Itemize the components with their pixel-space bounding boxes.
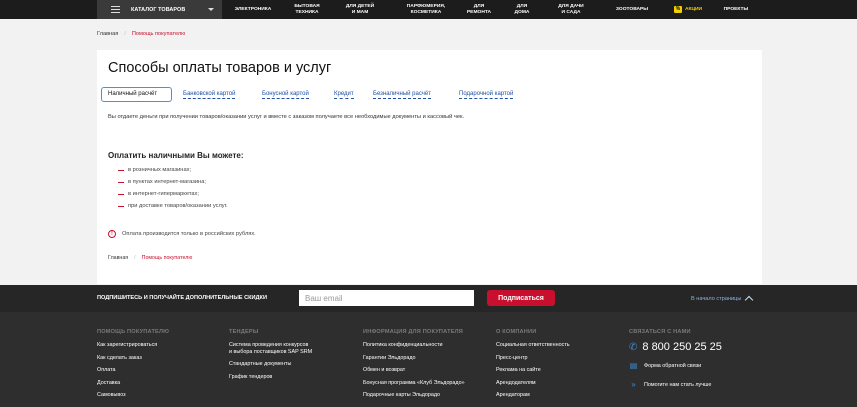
help-improve-link[interactable]: » Помогите нам стать лучше <box>629 380 722 389</box>
footer-heading: ИНФОРМАЦИЯ ДЛЯ ПОКУПАТЕЛЯ <box>363 329 463 335</box>
footer-link[interactable]: Обмен и возврат <box>363 367 465 374</box>
nav-item-repair[interactable]: ДЛЯ РЕМОНТА <box>460 0 498 19</box>
breadcrumb-separator: / <box>124 31 126 37</box>
tab-credit[interactable]: Кредит <box>334 87 354 102</box>
phone-number: 8 800 250 25 25 <box>642 341 722 353</box>
list-item: в пунктах интернет-магазина; <box>118 179 228 191</box>
chevron-up-icon <box>745 295 754 305</box>
breadcrumb-home[interactable]: Главная <box>108 255 128 261</box>
footer-link[interactable]: График тендеров <box>229 374 312 381</box>
footer-link[interactable]: Доставка <box>97 380 169 387</box>
footer-link[interactable]: Реклама на сайте <box>496 367 570 374</box>
catalog-label: КАТАЛОГ ТОВАРОВ <box>131 6 186 13</box>
breadcrumb-current[interactable]: Помощь покупателю <box>132 31 186 37</box>
nav-item-appliances[interactable]: БЫТОВАЯ ТЕХНИКА <box>284 0 330 19</box>
footer-column-company: О КОМПАНИИ Социальная ответственность Пр… <box>496 329 570 405</box>
feedback-form-label: Форма обратной связи <box>644 362 702 369</box>
footer-link[interactable]: Самовывоз <box>97 392 169 399</box>
nav-item-promo[interactable]: % АКЦИИ <box>668 0 708 19</box>
footer-heading: ПОМОЩЬ ПОКУПАТЕЛЮ <box>97 329 170 335</box>
back-to-top-label: В начало страницы <box>691 295 742 302</box>
footer-heading: О КОМПАНИИ <box>496 329 537 335</box>
footer-link[interactable]: Гарантии Эльдорадо <box>363 355 465 362</box>
subscribe-label: ПОДПИШИТЕСЬ И ПОЛУЧАЙТЕ ДОПОЛНИТЕЛЬНЫЕ С… <box>97 295 267 301</box>
footer-link[interactable]: Пресс-центр <box>496 355 570 362</box>
top-navigation: КАТАЛОГ ТОВАРОВ ЭЛЕКТРОНИКА БЫТОВАЯ ТЕХН… <box>0 0 857 19</box>
nav-item-garden[interactable]: ДЛЯ ДАЧИ И САДА <box>549 0 593 19</box>
nav-item-projects[interactable]: ПРОЕКТЫ <box>716 0 756 19</box>
breadcrumb-separator: / <box>134 255 136 261</box>
footer-column-help: ПОМОЩЬ ПОКУПАТЕЛЮ Как зарегистрироваться… <box>97 329 169 405</box>
chevron-down-icon <box>208 8 214 11</box>
nav-item-pets[interactable]: ЗООТОВАРЫ <box>607 0 657 19</box>
cash-options-heading: Оплатить наличными Вы можете: <box>108 151 244 160</box>
subscribe-button[interactable]: Подписаться <box>487 290 555 306</box>
phone-icon: ✆ <box>629 341 638 353</box>
list-item: при доставке товаров/оказании услуг. <box>118 203 228 215</box>
hamburger-icon <box>111 6 120 13</box>
payment-intro: Вы отдаете деньги при получении товаров/… <box>108 114 465 120</box>
footer-link[interactable]: Подарочные карты Эльдорадо <box>363 392 465 399</box>
breadcrumb-home[interactable]: Главная <box>97 31 118 37</box>
footer-link[interactable]: Как зарегистрироваться <box>97 342 169 349</box>
feedback-form-link[interactable]: ▤ Форма обратной связи <box>629 361 722 370</box>
breadcrumb: Главная / Помощь покупателю <box>97 31 185 37</box>
exclamation-circle-icon: ! <box>108 230 116 238</box>
breadcrumb-bottom: Главная / Помощь покупателю <box>108 255 192 261</box>
footer-link[interactable]: Стандартные документы <box>229 361 312 368</box>
footer-link[interactable]: Как сделать заказ <box>97 355 169 362</box>
currency-note-text: Оплата производится только в российских … <box>122 231 256 237</box>
footer-heading: СВЯЗАТЬСЯ С НАМИ <box>629 329 691 335</box>
list-item: в розничных магазинах; <box>118 167 228 179</box>
nav-item-electronics[interactable]: ЭЛЕКТРОНИКА <box>226 0 280 19</box>
tab-cash[interactable]: Наличный расчёт <box>101 87 172 102</box>
nav-item-cosmetics[interactable]: ПАРФЮМЕРИЯ, КОСМЕТИКА <box>399 0 453 19</box>
footer-link[interactable]: Арендодателям <box>496 380 570 387</box>
list-item: в интернет-гипермаркетах; <box>118 191 228 203</box>
footer-link[interactable]: Бонусная программа «Клуб Эльдорадо» <box>363 380 465 387</box>
help-improve-label: Помогите нам стать лучше <box>644 381 712 388</box>
footer-link[interactable]: Система проведения конкурсов и выбора по… <box>229 342 312 355</box>
double-chevron-right-icon: » <box>631 380 636 389</box>
back-to-top-link[interactable]: В начало страницы <box>691 294 754 305</box>
tab-cashless[interactable]: Безналичный расчёт <box>373 87 431 102</box>
document-icon: ▤ <box>629 361 638 370</box>
footer-link[interactable]: Социальная ответственность <box>496 342 570 349</box>
catalog-menu-button[interactable]: КАТАЛОГ ТОВАРОВ <box>97 0 222 19</box>
footer-column-tenders: ТЕНДЕРЫ Система проведения конкурсов и в… <box>229 329 312 386</box>
tab-bonus-card[interactable]: Бонусной картой <box>262 87 309 102</box>
page-title: Способы оплаты товаров и услуг <box>108 60 332 76</box>
footer: ПОМОЩЬ ПОКУПАТЕЛЮ Как зарегистрироваться… <box>0 312 857 407</box>
footer-link[interactable]: Оплата <box>97 367 169 374</box>
footer-link[interactable]: Политика конфиденциальности <box>363 342 465 349</box>
currency-note: ! Оплата производится только в российски… <box>108 230 256 238</box>
breadcrumb-current[interactable]: Помощь покупателю <box>142 255 193 261</box>
subscribe-band: ПОДПИШИТЕСЬ И ПОЛУЧАЙТЕ ДОПОЛНИТЕЛЬНЫЕ С… <box>0 285 857 312</box>
nav-item-home[interactable]: ДЛЯ ДОМА <box>505 0 539 19</box>
tab-bank-card[interactable]: Банковской картой <box>183 87 236 102</box>
phone-link[interactable]: ✆ 8 800 250 25 25 <box>629 341 722 353</box>
percent-icon: % <box>673 6 682 13</box>
email-field[interactable] <box>299 290 474 306</box>
footer-link[interactable]: Арендаторам <box>496 392 570 399</box>
nav-item-kids[interactable]: ДЛЯ ДЕТЕЙ И МАМ <box>337 0 383 19</box>
content-card: Способы оплаты товаров и услуг Наличный … <box>97 50 762 284</box>
footer-column-info: ИНФОРМАЦИЯ ДЛЯ ПОКУПАТЕЛЯ Политика конфи… <box>363 329 465 405</box>
footer-heading: ТЕНДЕРЫ <box>229 329 259 335</box>
cash-options-list: в розничных магазинах; в пунктах интерне… <box>118 167 228 215</box>
tab-gift-card[interactable]: Подарочной картой <box>459 87 514 102</box>
footer-column-contact: СВЯЗАТЬСЯ С НАМИ ✆ 8 800 250 25 25 ▤ Фор… <box>629 329 722 399</box>
